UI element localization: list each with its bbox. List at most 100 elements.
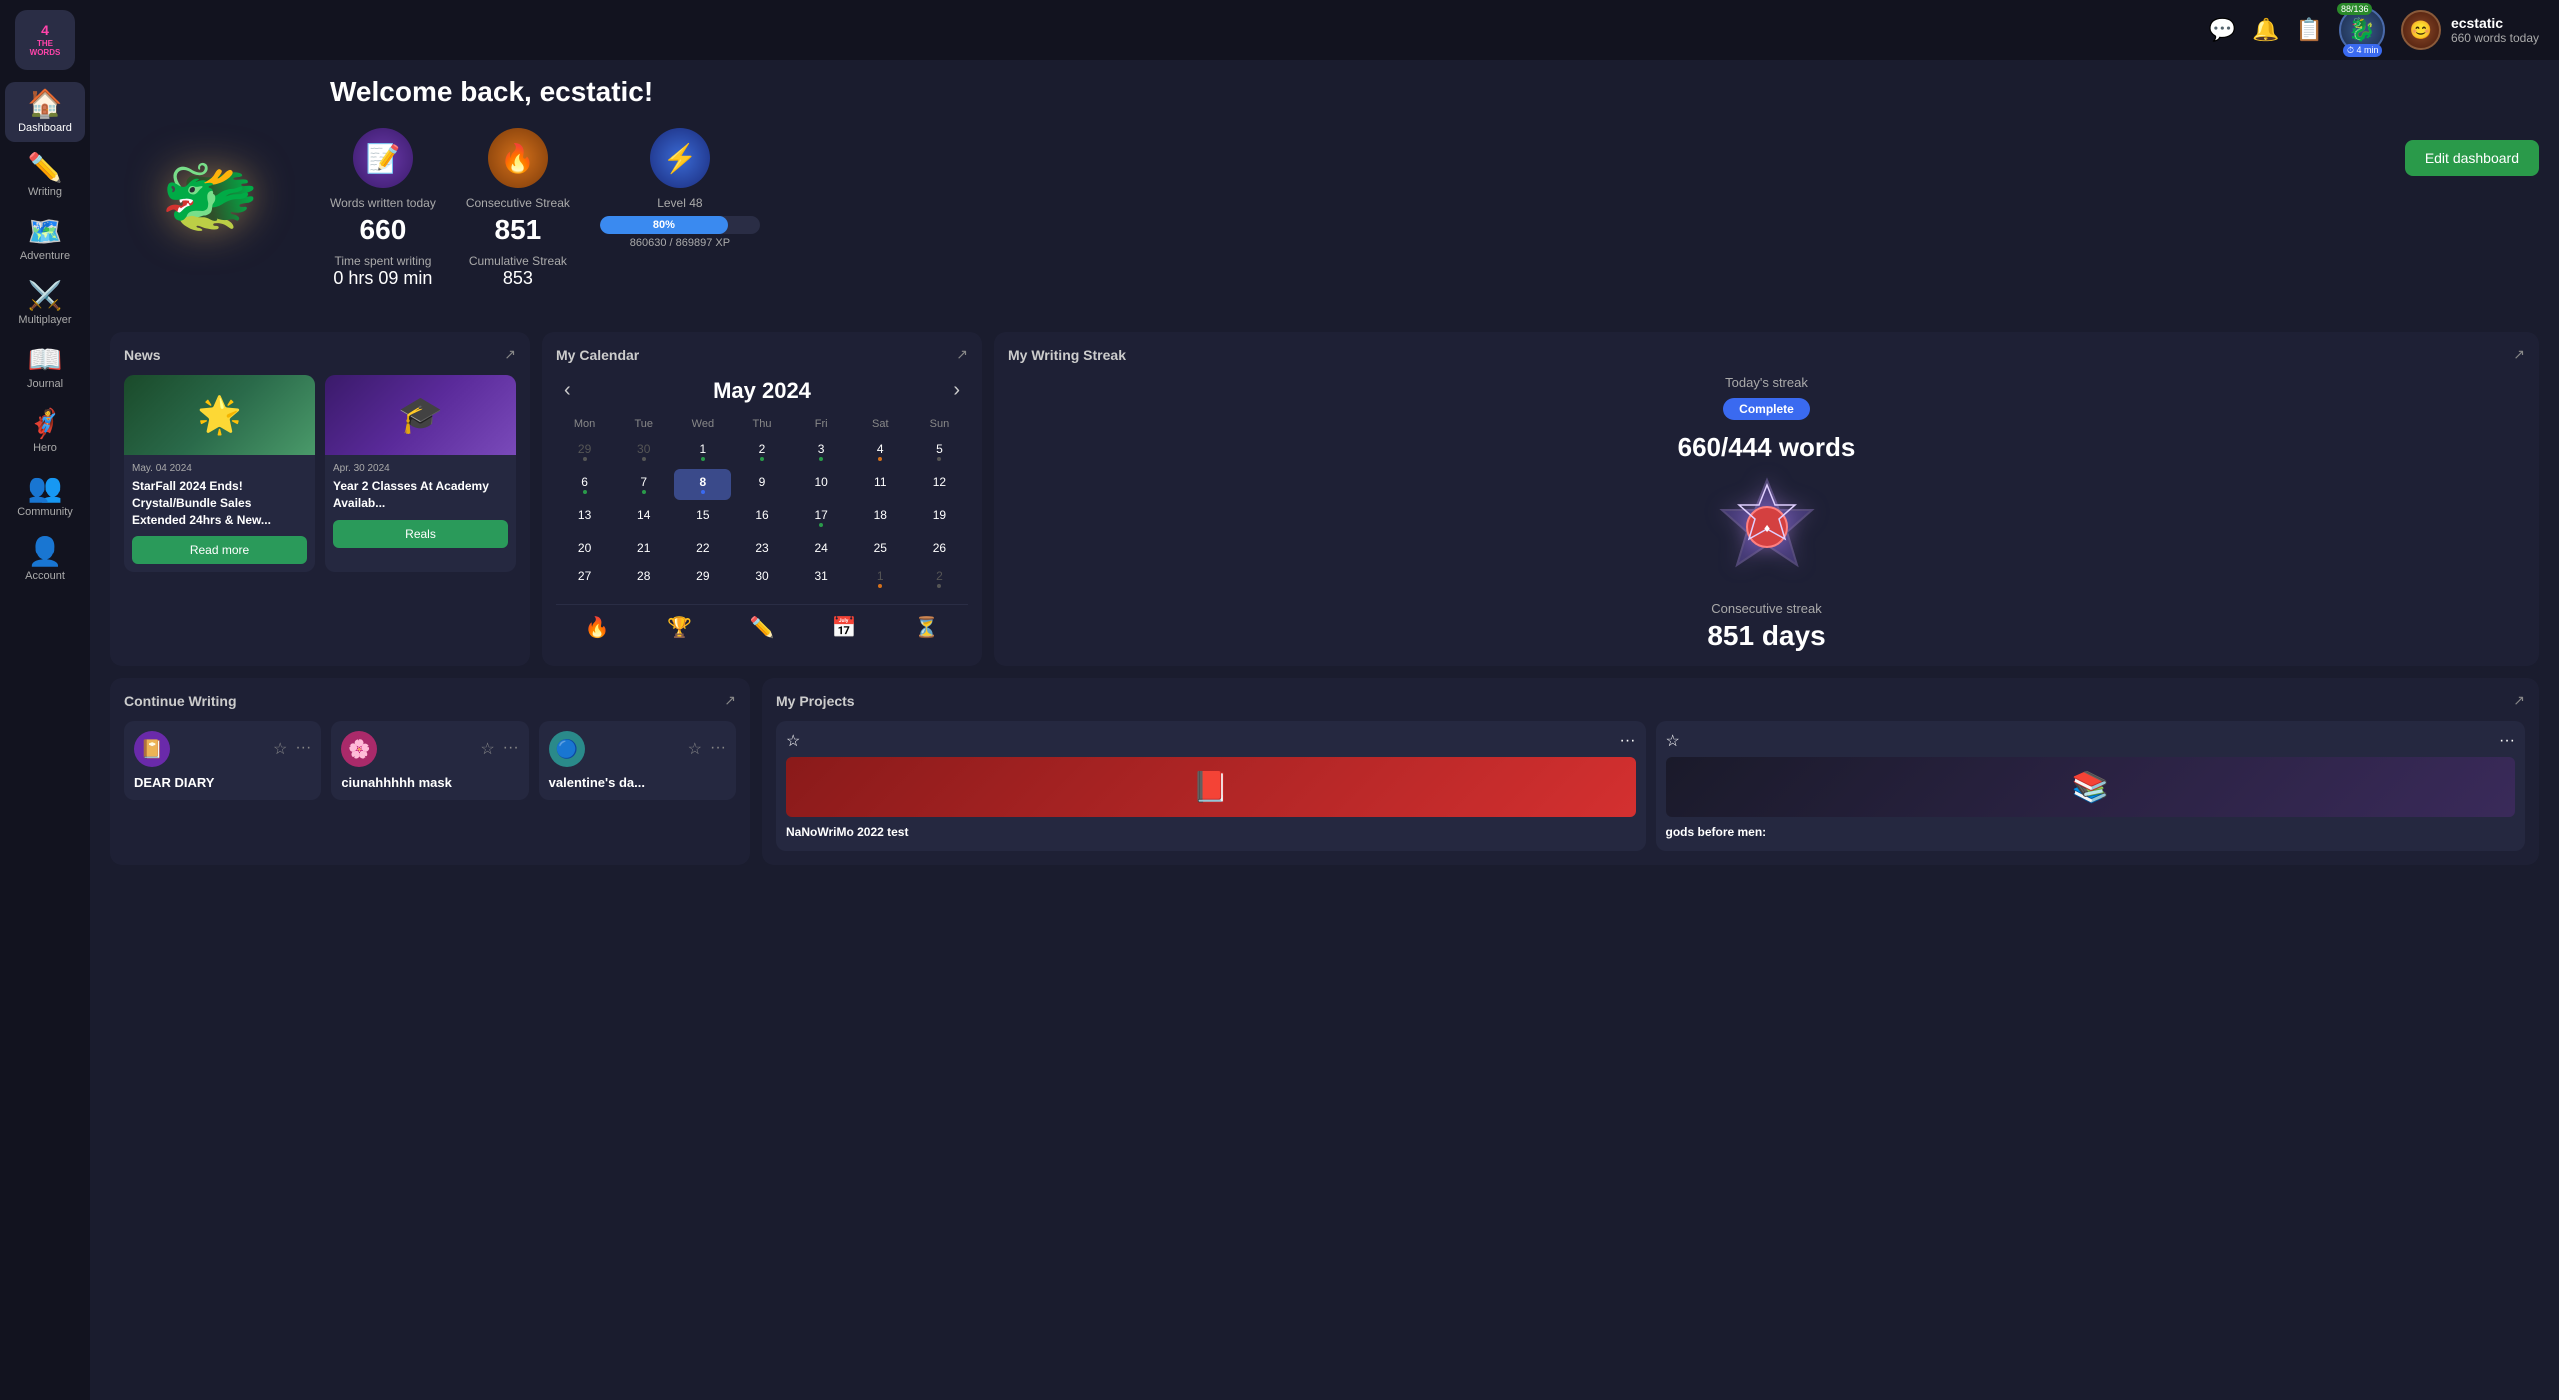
cal-day-25[interactable]: 25 xyxy=(852,535,909,561)
continue-writing-expand[interactable]: ↗ xyxy=(724,692,736,709)
sidebar-item-hero[interactable]: 🦸 Hero xyxy=(5,402,85,462)
user-info[interactable]: 😊 ecstatic 660 words today xyxy=(2401,10,2539,50)
cal-day-7[interactable]: 7 xyxy=(615,469,672,500)
cal-calendar-icon[interactable]: 📅 xyxy=(832,615,857,640)
streak-today-label: Today's streak xyxy=(1725,375,1808,390)
cal-day-27[interactable]: 27 xyxy=(556,563,613,594)
project-card-0[interactable]: ☆ ··· 📕 NaNoWriMo 2022 test xyxy=(776,721,1646,851)
cal-hourglass-icon[interactable]: ⏳ xyxy=(914,615,939,640)
cal-day-22[interactable]: 22 xyxy=(674,535,731,561)
cal-day-19[interactable]: 19 xyxy=(911,502,968,533)
adventure-icon: 🗺️ xyxy=(28,218,63,246)
cal-day-30b[interactable]: 30 xyxy=(733,563,790,594)
sidebar-item-community[interactable]: 👥 Community xyxy=(5,466,85,526)
cal-day-10[interactable]: 10 xyxy=(793,469,850,500)
star-icon-0[interactable]: ☆ xyxy=(273,739,287,759)
notebook-icon[interactable]: 📋 xyxy=(2296,17,2323,43)
news-card-0[interactable]: 🌟 May. 04 2024 StarFall 2024 Ends! Cryst… xyxy=(124,375,315,572)
news-card-title-0: StarFall 2024 Ends! Crystal/Bundle Sales… xyxy=(132,478,307,528)
star-icon-2[interactable]: ☆ xyxy=(688,739,702,759)
my-projects-expand[interactable]: ↗ xyxy=(2513,692,2525,709)
panels-row-1: News ↗ 🌟 May. 04 2024 StarFall 2024 Ends… xyxy=(110,332,2539,666)
news-read-more-0[interactable]: Read more xyxy=(132,536,307,564)
star-icon-1[interactable]: ☆ xyxy=(480,739,494,759)
cal-day-11[interactable]: 11 xyxy=(852,469,909,500)
cal-day-30a[interactable]: 30 xyxy=(615,436,672,467)
streak-panel: My Writing Streak ↗ Today's streak Compl… xyxy=(994,332,2539,666)
cal-day-23[interactable]: 23 xyxy=(733,535,790,561)
project-star-0[interactable]: ☆ xyxy=(786,731,800,751)
cal-day-26[interactable]: 26 xyxy=(911,535,968,561)
calendar-month: May 2024 xyxy=(713,378,811,404)
project-star-1[interactable]: ☆ xyxy=(1666,731,1680,751)
bell-icon[interactable]: 🔔 xyxy=(2252,17,2279,43)
cal-day-24[interactable]: 24 xyxy=(793,535,850,561)
words-today-topbar: 660 words today xyxy=(2451,31,2539,45)
project-more-0[interactable]: ··· xyxy=(1620,732,1636,750)
project-more-1[interactable]: ··· xyxy=(2499,732,2515,750)
cal-day-28[interactable]: 28 xyxy=(615,563,672,594)
cal-day-1b[interactable]: 1 xyxy=(852,563,909,594)
character-badge[interactable]: 🐉 88/136 ⏱ 4 min xyxy=(2339,7,2385,53)
project-title-0: NaNoWriMo 2022 test xyxy=(786,825,1636,841)
sidebar-item-writing[interactable]: ✏️ Writing xyxy=(5,146,85,206)
streak-panel-header: My Writing Streak ↗ xyxy=(1008,346,2525,363)
cal-day-9[interactable]: 9 xyxy=(733,469,790,500)
cal-day-8[interactable]: 8 xyxy=(674,469,731,500)
cal-day-1[interactable]: 1 xyxy=(674,436,731,467)
cal-day-31[interactable]: 31 xyxy=(793,563,850,594)
cal-day-12[interactable]: 12 xyxy=(911,469,968,500)
project-card-1[interactable]: ☆ ··· 📚 gods before men: xyxy=(1656,721,2526,851)
cal-header-sun: Sun xyxy=(911,414,968,434)
calendar-expand-icon[interactable]: ↗ xyxy=(956,346,968,363)
cal-trophy-icon[interactable]: 🏆 xyxy=(667,615,692,640)
cal-day-16[interactable]: 16 xyxy=(733,502,790,533)
cal-day-29a[interactable]: 29 xyxy=(556,436,613,467)
calendar-prev-button[interactable]: ‹ xyxy=(556,375,579,406)
cal-day-17[interactable]: 17 xyxy=(793,502,850,533)
chat-icon[interactable]: 💬 xyxy=(2209,17,2236,43)
news-read-more-1[interactable]: Reals xyxy=(333,520,508,548)
writing-card-title-2: valentine's da... xyxy=(549,775,726,790)
streak-complete-badge: Complete xyxy=(1723,398,1810,420)
cal-day-6[interactable]: 6 xyxy=(556,469,613,500)
news-expand-icon[interactable]: ↗ xyxy=(504,346,516,363)
more-icon-1[interactable]: ··· xyxy=(503,739,519,759)
sidebar-item-multiplayer[interactable]: ⚔️ Multiplayer xyxy=(5,274,85,334)
sidebar-item-dashboard[interactable]: 🏠 Dashboard xyxy=(5,82,85,142)
cal-day-3[interactable]: 3 xyxy=(793,436,850,467)
cal-day-21[interactable]: 21 xyxy=(615,535,672,561)
calendar-title: My Calendar xyxy=(556,347,639,363)
writing-card-header-0: 📔 ☆ ··· xyxy=(134,731,311,767)
writing-card-2[interactable]: 🔵 ☆ ··· valentine's da... xyxy=(539,721,736,800)
writing-card-0[interactable]: 📔 ☆ ··· DEAR DIARY xyxy=(124,721,321,800)
more-icon-0[interactable]: ··· xyxy=(295,739,311,759)
news-card-body-1: Apr. 30 2024 Year 2 Classes At Academy A… xyxy=(325,455,516,556)
cal-day-13[interactable]: 13 xyxy=(556,502,613,533)
cal-day-14[interactable]: 14 xyxy=(615,502,672,533)
streak-expand-icon[interactable]: ↗ xyxy=(2513,346,2525,363)
cal-day-20[interactable]: 20 xyxy=(556,535,613,561)
writing-card-1[interactable]: 🌸 ☆ ··· ciunahhhhh mask xyxy=(331,721,528,800)
cal-day-4[interactable]: 4 xyxy=(852,436,909,467)
writing-card-actions-0: ☆ ··· xyxy=(273,739,311,759)
cal-day-29b[interactable]: 29 xyxy=(674,563,731,594)
cal-day-15[interactable]: 15 xyxy=(674,502,731,533)
cal-fire-icon[interactable]: 🔥 xyxy=(585,615,610,640)
calendar-next-button[interactable]: › xyxy=(945,375,968,406)
cal-day-2[interactable]: 2 xyxy=(733,436,790,467)
sidebar-item-label: Journal xyxy=(27,378,63,390)
sidebar-item-adventure[interactable]: 🗺️ Adventure xyxy=(5,210,85,270)
more-icon-2[interactable]: ··· xyxy=(710,739,726,759)
sidebar-item-account[interactable]: 👤 Account xyxy=(5,530,85,590)
words-today-value: 660 xyxy=(330,214,436,246)
cal-day-2b[interactable]: 2 xyxy=(911,563,968,594)
sidebar-logo[interactable]: 4 THEWORDS xyxy=(15,10,75,70)
cal-pencil-icon[interactable]: ✏️ xyxy=(750,615,775,640)
cal-day-5[interactable]: 5 xyxy=(911,436,968,467)
sidebar-item-journal[interactable]: 📖 Journal xyxy=(5,338,85,398)
news-card-1[interactable]: 🎓 Apr. 30 2024 Year 2 Classes At Academy… xyxy=(325,375,516,572)
cal-day-18[interactable]: 18 xyxy=(852,502,909,533)
news-card-title-1: Year 2 Classes At Academy Availab... xyxy=(333,478,508,512)
edit-dashboard-button[interactable]: Edit dashboard xyxy=(2405,140,2539,176)
